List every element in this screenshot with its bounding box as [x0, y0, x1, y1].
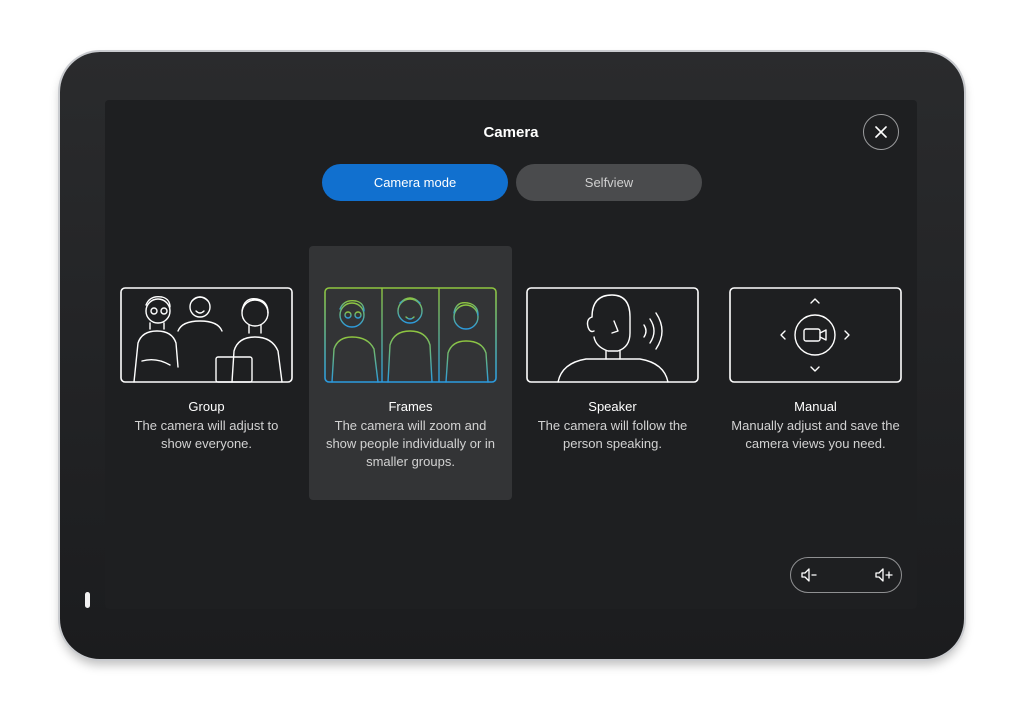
volume-up-icon[interactable] [874, 565, 894, 585]
mode-description: The camera will adjust to show everyone. [134, 418, 279, 451]
mode-name: Speaker [588, 399, 637, 414]
status-light [85, 592, 90, 608]
manual-illustration-icon [729, 287, 902, 383]
mode-description: The camera will zoom and show people ind… [325, 418, 496, 469]
mode-frames[interactable]: Frames The camera will zoom and show peo… [309, 246, 512, 500]
camera-mode-list: Group The camera will adjust to show eve… [105, 246, 917, 500]
mode-description: Manually adjust and save the camera view… [731, 418, 900, 451]
mode-group[interactable]: Group The camera will adjust to show eve… [105, 246, 308, 500]
mode-name: Group [188, 399, 225, 414]
speaker-illustration-icon [526, 287, 699, 383]
tab-bar: Camera mode Selfview [322, 164, 702, 201]
close-icon [875, 126, 887, 138]
volume-control [790, 557, 902, 593]
mode-name: Frames [388, 399, 433, 414]
tab-camera-mode[interactable]: Camera mode [322, 164, 508, 201]
mode-speaker[interactable]: Speaker The camera will follow the perso… [511, 246, 714, 500]
frames-illustration-icon [324, 287, 497, 383]
page-title: Camera [483, 124, 539, 141]
mode-name: Manual [794, 399, 837, 414]
mode-manual[interactable]: Manual Manually adjust and save the came… [714, 246, 917, 500]
mode-description: The camera will follow the person speaki… [537, 418, 688, 451]
close-button[interactable] [863, 114, 899, 150]
volume-down-icon[interactable] [799, 565, 819, 585]
group-illustration-icon [120, 287, 293, 383]
screen: Camera Camera mode Selfview Group The ca… [105, 100, 917, 609]
tab-selfview[interactable]: Selfview [516, 164, 702, 201]
